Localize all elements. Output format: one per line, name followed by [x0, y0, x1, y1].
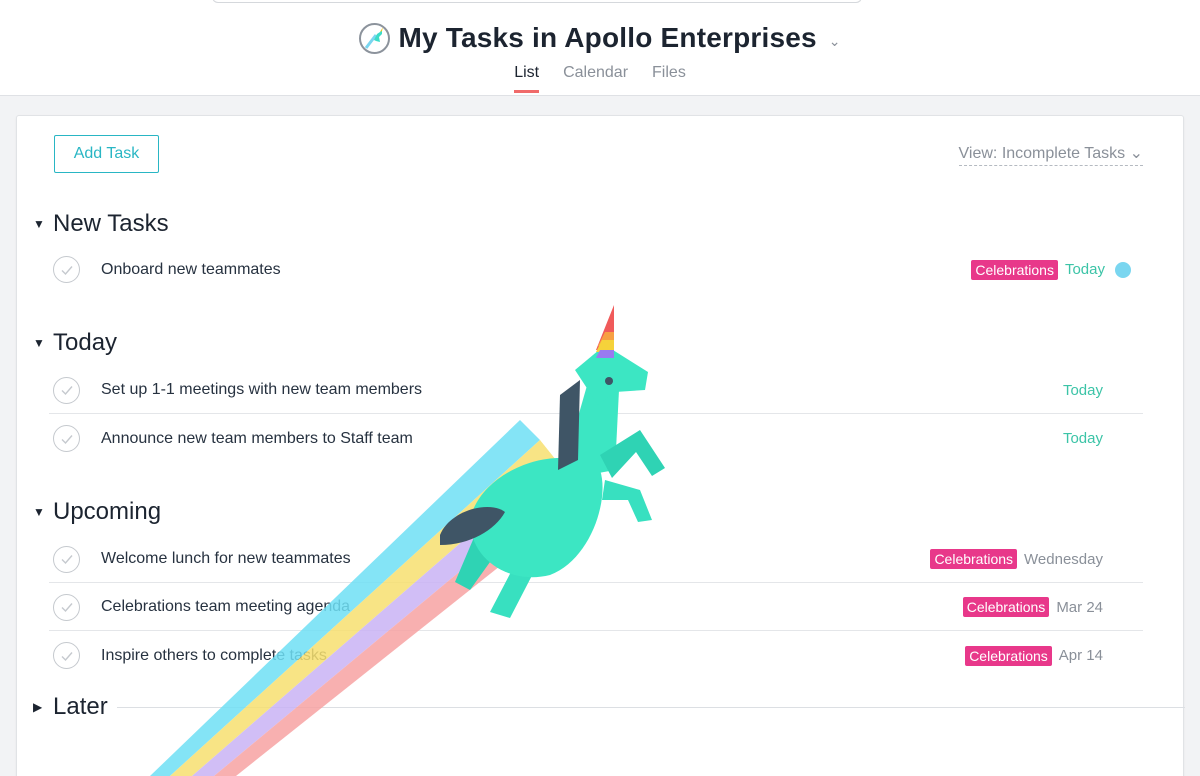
- caret-right-icon[interactable]: ▶: [33, 700, 47, 714]
- caret-down-icon[interactable]: ▼: [33, 217, 47, 231]
- due-date[interactable]: Today: [1065, 261, 1105, 278]
- avatar[interactable]: [1115, 261, 1131, 278]
- tag-badge[interactable]: Celebrations: [930, 549, 1018, 569]
- task-row[interactable]: Celebrations team meeting agenda Celebra…: [49, 584, 1143, 631]
- view-chevron-icon: ⌄: [1129, 145, 1143, 162]
- project-header: My Tasks in Apollo Enterprises ⌄ List Ca…: [0, 0, 1200, 96]
- task-list-panel: Add Task View: Incomplete Tasks ⌄ ▼ New …: [16, 115, 1185, 776]
- check-circle-icon[interactable]: [53, 256, 80, 283]
- tab-list[interactable]: List: [514, 64, 540, 93]
- due-date[interactable]: Mar 24: [1056, 599, 1103, 616]
- section-title: Upcoming: [53, 498, 162, 525]
- section-header-upcoming[interactable]: ▼ Upcoming: [33, 498, 161, 526]
- view-tabs: List Calendar Files: [0, 64, 1200, 93]
- tag-badge[interactable]: Celebrations: [962, 597, 1050, 617]
- title-row: My Tasks in Apollo Enterprises ⌄: [0, 18, 1200, 58]
- task-meta: Celebrations Wednesday: [930, 549, 1131, 569]
- task-name[interactable]: Inspire others to complete tasks: [101, 647, 965, 665]
- section-header-later[interactable]: ▶ Later: [33, 693, 108, 721]
- due-date[interactable]: Wednesday: [1024, 551, 1103, 568]
- task-meta: Celebrations Mar 24: [962, 597, 1131, 617]
- check-circle-icon[interactable]: [53, 642, 80, 669]
- check-circle-icon[interactable]: [53, 545, 80, 573]
- task-row[interactable]: Inspire others to complete tasks Celebra…: [49, 632, 1143, 679]
- task-name[interactable]: Set up 1-1 meetings with new team member…: [101, 381, 1063, 399]
- task-meta: Today: [1063, 430, 1131, 447]
- tag-badge[interactable]: Celebrations: [965, 645, 1052, 666]
- caret-down-icon[interactable]: ▼: [33, 505, 47, 519]
- task-meta: Celebrations Apr 14: [965, 645, 1131, 666]
- section-header-new-tasks[interactable]: ▼ New Tasks: [33, 210, 169, 238]
- task-name[interactable]: Onboard new teammates: [101, 261, 971, 279]
- section-title: New Tasks: [53, 210, 169, 237]
- task-meta: Celebrations Today: [971, 259, 1131, 280]
- unicorn-icon: [359, 22, 391, 54]
- task-row[interactable]: Announce new team members to Staff team …: [49, 415, 1143, 462]
- tab-calendar[interactable]: Calendar: [563, 64, 628, 93]
- page-title[interactable]: My Tasks in Apollo Enterprises: [398, 22, 816, 54]
- tag-badge[interactable]: Celebrations: [971, 259, 1058, 280]
- view-filter-select[interactable]: View: Incomplete Tasks ⌄: [958, 143, 1143, 166]
- task-row[interactable]: Set up 1-1 meetings with new team member…: [49, 367, 1143, 414]
- task-row[interactable]: Welcome lunch for new teammates Celebrat…: [49, 536, 1143, 583]
- section-title: Today: [53, 329, 118, 356]
- check-circle-icon[interactable]: [53, 425, 80, 452]
- due-date[interactable]: Today: [1063, 382, 1103, 399]
- task-name[interactable]: Welcome lunch for new teammates: [101, 550, 930, 568]
- due-date[interactable]: Today: [1063, 430, 1103, 447]
- task-row[interactable]: Onboard new teammates Celebrations Today: [49, 246, 1143, 293]
- due-date[interactable]: Apr 14: [1059, 647, 1103, 664]
- caret-down-icon[interactable]: ▼: [33, 336, 47, 350]
- section-header-today[interactable]: ▼ Today: [33, 329, 117, 357]
- add-task-button[interactable]: Add Task: [54, 135, 159, 173]
- task-meta: Today: [1063, 382, 1131, 399]
- section-title: Later: [53, 693, 108, 720]
- project-menu-chevron-icon[interactable]: ⌄: [829, 33, 841, 50]
- check-circle-icon[interactable]: [53, 593, 80, 621]
- section-divider: [117, 707, 1185, 708]
- task-name[interactable]: Announce new team members to Staff team: [101, 430, 1063, 448]
- task-name[interactable]: Celebrations team meeting agenda: [101, 598, 963, 616]
- tab-files[interactable]: Files: [652, 64, 686, 93]
- view-filter-label: View: Incomplete Tasks: [958, 145, 1126, 162]
- search-bar-edge[interactable]: [212, 0, 862, 3]
- check-circle-icon[interactable]: [53, 376, 80, 404]
